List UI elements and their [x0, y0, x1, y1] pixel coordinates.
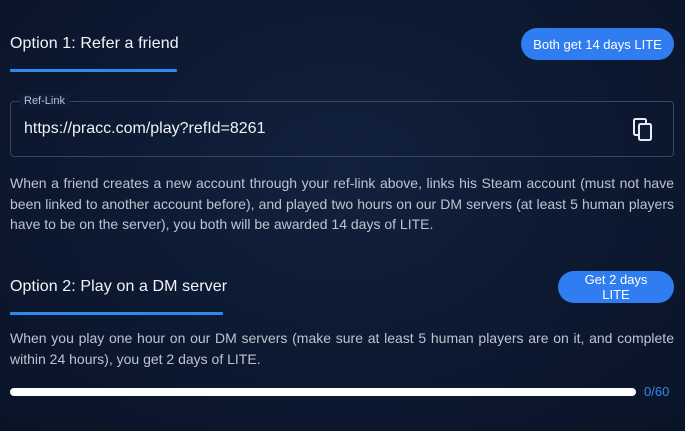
option1-underline: [10, 69, 177, 72]
both-get-14-days-lite-button[interactable]: Both get 14 days LITE: [521, 28, 674, 60]
option1-description: When a friend creates a new account thro…: [10, 175, 674, 232]
option1-title: Option 1: Refer a friend: [10, 35, 179, 52]
option2-underline: [10, 312, 223, 315]
option2-description: When you play one hour on our DM servers…: [10, 330, 674, 367]
reflink-input[interactable]: [24, 118, 604, 140]
copy-icon[interactable]: [631, 117, 655, 143]
dm-progress-bar: [10, 388, 636, 396]
option1-header: Option 1: Refer a friend Both get 14 day…: [10, 28, 674, 60]
option2-title: Option 2: Play on a DM server: [10, 278, 228, 295]
option2-header: Option 2: Play on a DM server Get 2 days…: [10, 271, 674, 303]
dm-progress-count: 0/60: [644, 384, 670, 399]
reflink-label: Ref-Link: [19, 94, 70, 108]
get-2-days-lite-button[interactable]: Get 2 days LITE: [558, 271, 674, 303]
reflink-field: Ref-Link: [10, 94, 674, 157]
